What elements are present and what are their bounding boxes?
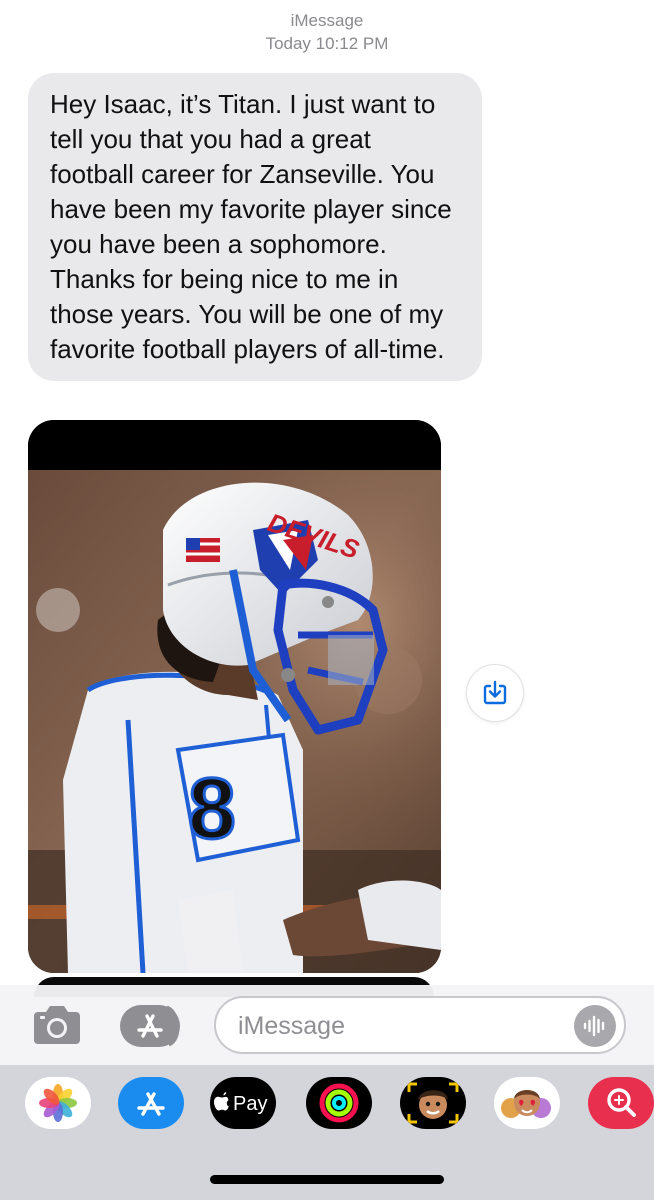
message-input-placeholder: iMessage	[238, 1012, 345, 1040]
message-input[interactable]: iMessage	[214, 996, 626, 1054]
tray-photos[interactable]	[25, 1077, 91, 1129]
activity-icon	[319, 1083, 359, 1123]
tray-memoji-stickers[interactable]	[494, 1077, 560, 1129]
conversation-header: iMessage Today 10:12 PM	[0, 10, 654, 55]
received-message-bubble[interactable]: Hey Isaac, it’s Titan. I just want to te…	[28, 73, 482, 381]
tray-app-store[interactable]	[118, 1077, 184, 1129]
app-store-icon	[120, 1005, 180, 1047]
tray-activity[interactable]	[306, 1077, 372, 1129]
home-indicator[interactable]	[210, 1175, 444, 1184]
app-drawer-button[interactable]	[119, 1003, 185, 1049]
apple-pay-label: Pay	[233, 1093, 267, 1115]
tray-apple-pay[interactable]: Pay	[210, 1077, 276, 1129]
waveform-icon	[583, 1015, 605, 1037]
message-timestamp: Today 10:12 PM	[265, 34, 389, 53]
camera-button[interactable]	[30, 1004, 84, 1048]
memoji-icon	[407, 1082, 459, 1124]
camera-icon	[34, 1006, 80, 1044]
image-search-icon	[607, 1088, 636, 1117]
app-store-icon	[137, 1092, 165, 1116]
apple-pay-icon: Pay	[214, 1092, 267, 1115]
tray-image-search[interactable]	[588, 1077, 654, 1129]
jersey-number: 8	[188, 761, 236, 857]
image-attachment[interactable]: 8 DEVILS	[28, 420, 441, 973]
audio-message-button[interactable]	[574, 1005, 616, 1047]
memoji-stickers-icon	[501, 1090, 551, 1118]
service-label: iMessage	[290, 11, 364, 30]
save-image-button[interactable]	[466, 664, 524, 722]
photos-icon	[39, 1084, 77, 1122]
download-icon	[483, 680, 507, 705]
tray-memoji[interactable]	[400, 1077, 466, 1129]
football-player-photo: 8 DEVILS	[28, 420, 441, 973]
